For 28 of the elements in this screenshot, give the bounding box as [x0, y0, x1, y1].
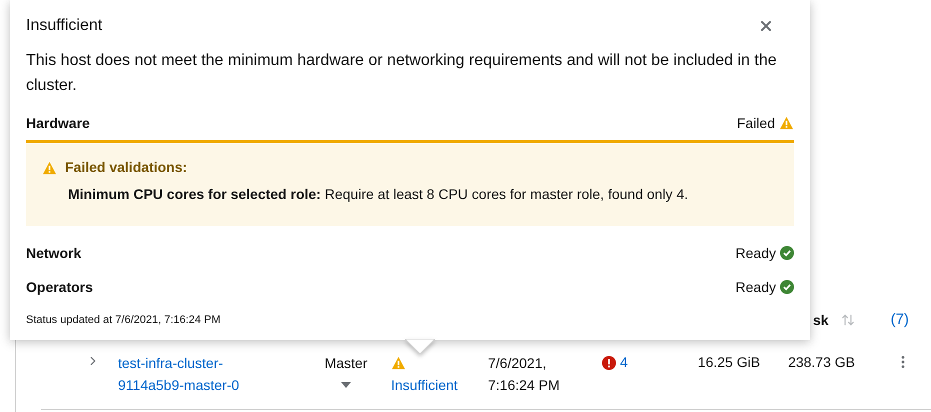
status-text: Ready — [736, 278, 776, 297]
status-text: Failed — [736, 114, 775, 132]
popover-title: Insufficient — [26, 16, 102, 36]
status-link[interactable]: Insufficient — [391, 374, 488, 396]
warning-icon — [779, 116, 794, 130]
column-header: sk — [813, 310, 829, 330]
check-circle-icon — [780, 246, 794, 260]
warning-icon — [391, 356, 406, 370]
role-text: Master — [324, 354, 368, 373]
updated-text: 7/6/2021, 7:16:24 PM — [488, 354, 561, 395]
section-label: Operators — [26, 278, 93, 297]
alert-title: Failed validations: — [65, 158, 188, 177]
warning-icon — [42, 160, 57, 174]
description-text: This host does not meet the minimum hardware or networking requirements and will not be included in the cluster. — [26, 51, 778, 96]
disk-text: 238.73 GB — [788, 353, 855, 372]
status-footer: Status updated at 7/6/2021, 7:16:24 PM — [26, 312, 794, 328]
validation-message: Minimum CPU cores for selected role: Require at least 8 CPU cores for master role, found only 4. — [68, 185, 690, 204]
section-label: Hardware — [26, 114, 90, 132]
error-circle-icon — [602, 356, 616, 370]
close-button[interactable] — [758, 18, 774, 34]
host-name-link[interactable]: test-infra-cluster-9114a5b9-master-0 — [118, 352, 258, 396]
alerts-link[interactable]: 4 — [620, 352, 628, 373]
status-text: Ready — [736, 244, 776, 263]
check-circle-icon — [780, 280, 794, 294]
section-label: Network — [26, 244, 82, 262]
memory-text: 16.25 GiB — [698, 353, 760, 372]
count-link[interactable]: (7) — [890, 308, 909, 332]
dropdown-caret-icon[interactable] — [341, 382, 351, 388]
